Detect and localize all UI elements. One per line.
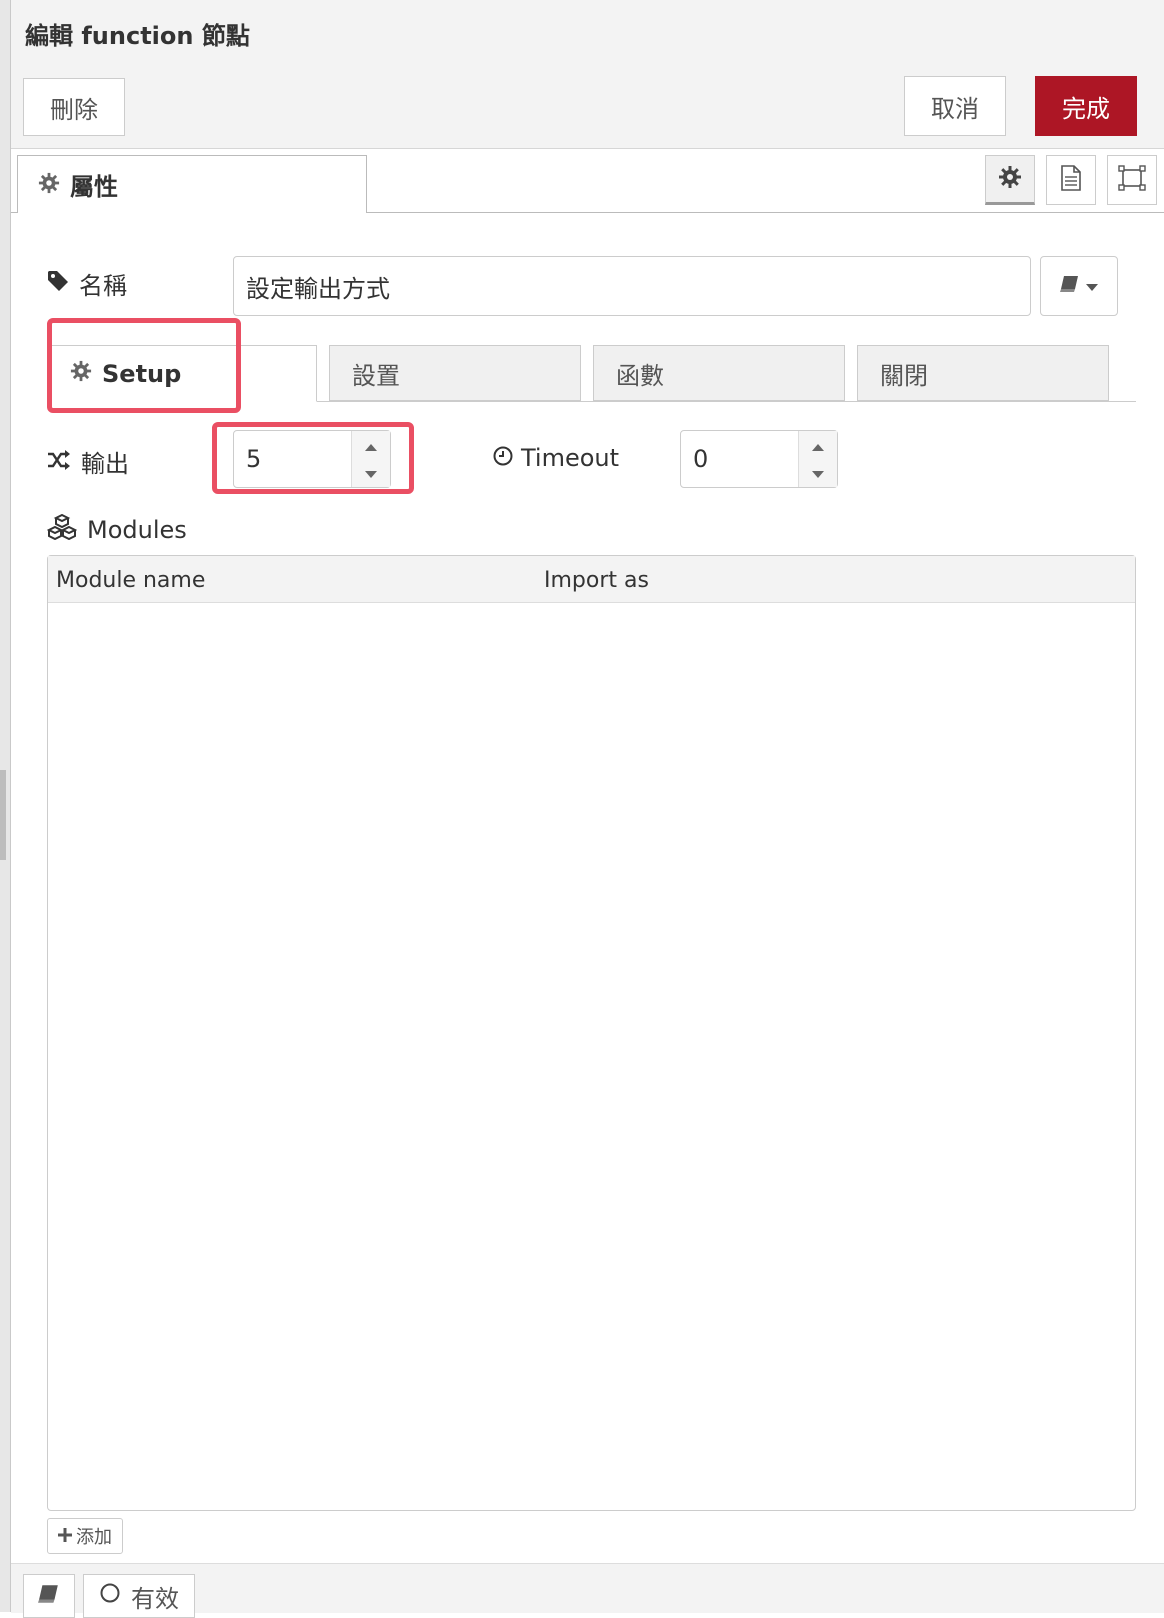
enabled-toggle[interactable]: 有效 bbox=[83, 1574, 195, 1618]
highlight-outputs-spinner bbox=[212, 422, 414, 494]
shuffle-icon bbox=[47, 448, 71, 476]
dialog-title: 編輯 function 節點 bbox=[25, 22, 250, 50]
workspace-edge bbox=[0, 0, 11, 1612]
appearance-tab-button[interactable] bbox=[1107, 155, 1157, 205]
gear-icon bbox=[998, 165, 1022, 193]
name-label: 名稱 bbox=[47, 266, 127, 301]
modules-header: Module name Import as bbox=[48, 556, 1135, 603]
dialog-toolbar: 刪除 取消 完成 bbox=[11, 66, 1164, 149]
library-menu-button[interactable] bbox=[1040, 256, 1118, 316]
modules-label: Modules bbox=[46, 513, 187, 546]
modules-list: Module name Import as bbox=[47, 555, 1136, 1511]
timeout-label: Timeout bbox=[493, 444, 619, 472]
gear-icon bbox=[38, 172, 60, 198]
timeout-spinner-arrows bbox=[798, 431, 837, 487]
timeout-spinner[interactable]: 0 bbox=[680, 430, 838, 488]
spin-down-icon[interactable] bbox=[812, 464, 824, 483]
frame-icon bbox=[1118, 165, 1146, 195]
column-module-name: Module name bbox=[56, 568, 206, 593]
spin-up-icon[interactable] bbox=[812, 436, 824, 455]
scrollbar-thumb[interactable] bbox=[0, 770, 6, 860]
enabled-label: 有效 bbox=[131, 1584, 179, 1613]
column-import-as: Import as bbox=[544, 568, 649, 593]
book-icon bbox=[1060, 275, 1080, 297]
description-tab-button[interactable] bbox=[1046, 155, 1096, 205]
tab-properties[interactable]: 屬性 bbox=[17, 155, 367, 213]
book-icon bbox=[38, 1582, 60, 1610]
add-module-label: 添加 bbox=[76, 1527, 112, 1548]
caret-down-icon bbox=[1086, 277, 1098, 296]
timeout-value: 0 bbox=[693, 445, 709, 473]
name-input[interactable] bbox=[233, 256, 1031, 316]
tab-properties-label: 屬性 bbox=[70, 173, 118, 201]
help-button[interactable] bbox=[23, 1574, 75, 1618]
tab-on-stop[interactable]: 關閉 bbox=[857, 345, 1109, 401]
name-label-text: 名稱 bbox=[79, 272, 127, 300]
clock-icon bbox=[493, 444, 513, 472]
timeout-label-text: Timeout bbox=[521, 444, 620, 472]
cubes-icon bbox=[46, 513, 78, 546]
edit-dialog: 編輯 function 節點 刪除 取消 完成 屬性 名稱 設定輸出方式 Set… bbox=[11, 0, 1164, 1618]
tab-on-message[interactable]: 函數 bbox=[593, 345, 845, 401]
dialog-titlebar: 編輯 function 節點 bbox=[11, 0, 1164, 67]
highlight-setup-tab bbox=[47, 318, 241, 413]
delete-button[interactable]: 刪除 bbox=[23, 78, 125, 136]
outputs-label: 輸出 bbox=[47, 444, 129, 479]
plus-icon bbox=[58, 1526, 72, 1547]
circle-icon bbox=[99, 1582, 121, 1610]
tag-icon bbox=[47, 270, 69, 298]
add-module-button[interactable]: 添加 bbox=[47, 1518, 123, 1554]
tab-on-start[interactable]: 設置 bbox=[329, 345, 581, 401]
outputs-label-text: 輸出 bbox=[81, 450, 129, 478]
cancel-button[interactable]: 取消 bbox=[904, 76, 1006, 136]
settings-tab-button[interactable] bbox=[985, 155, 1035, 205]
dialog-footer: 有效 bbox=[11, 1563, 1164, 1618]
document-icon bbox=[1060, 165, 1082, 195]
dialog-tabbar: 屬性 bbox=[11, 149, 1164, 213]
done-button[interactable]: 完成 bbox=[1035, 76, 1137, 136]
modules-label-text: Modules bbox=[87, 516, 187, 544]
